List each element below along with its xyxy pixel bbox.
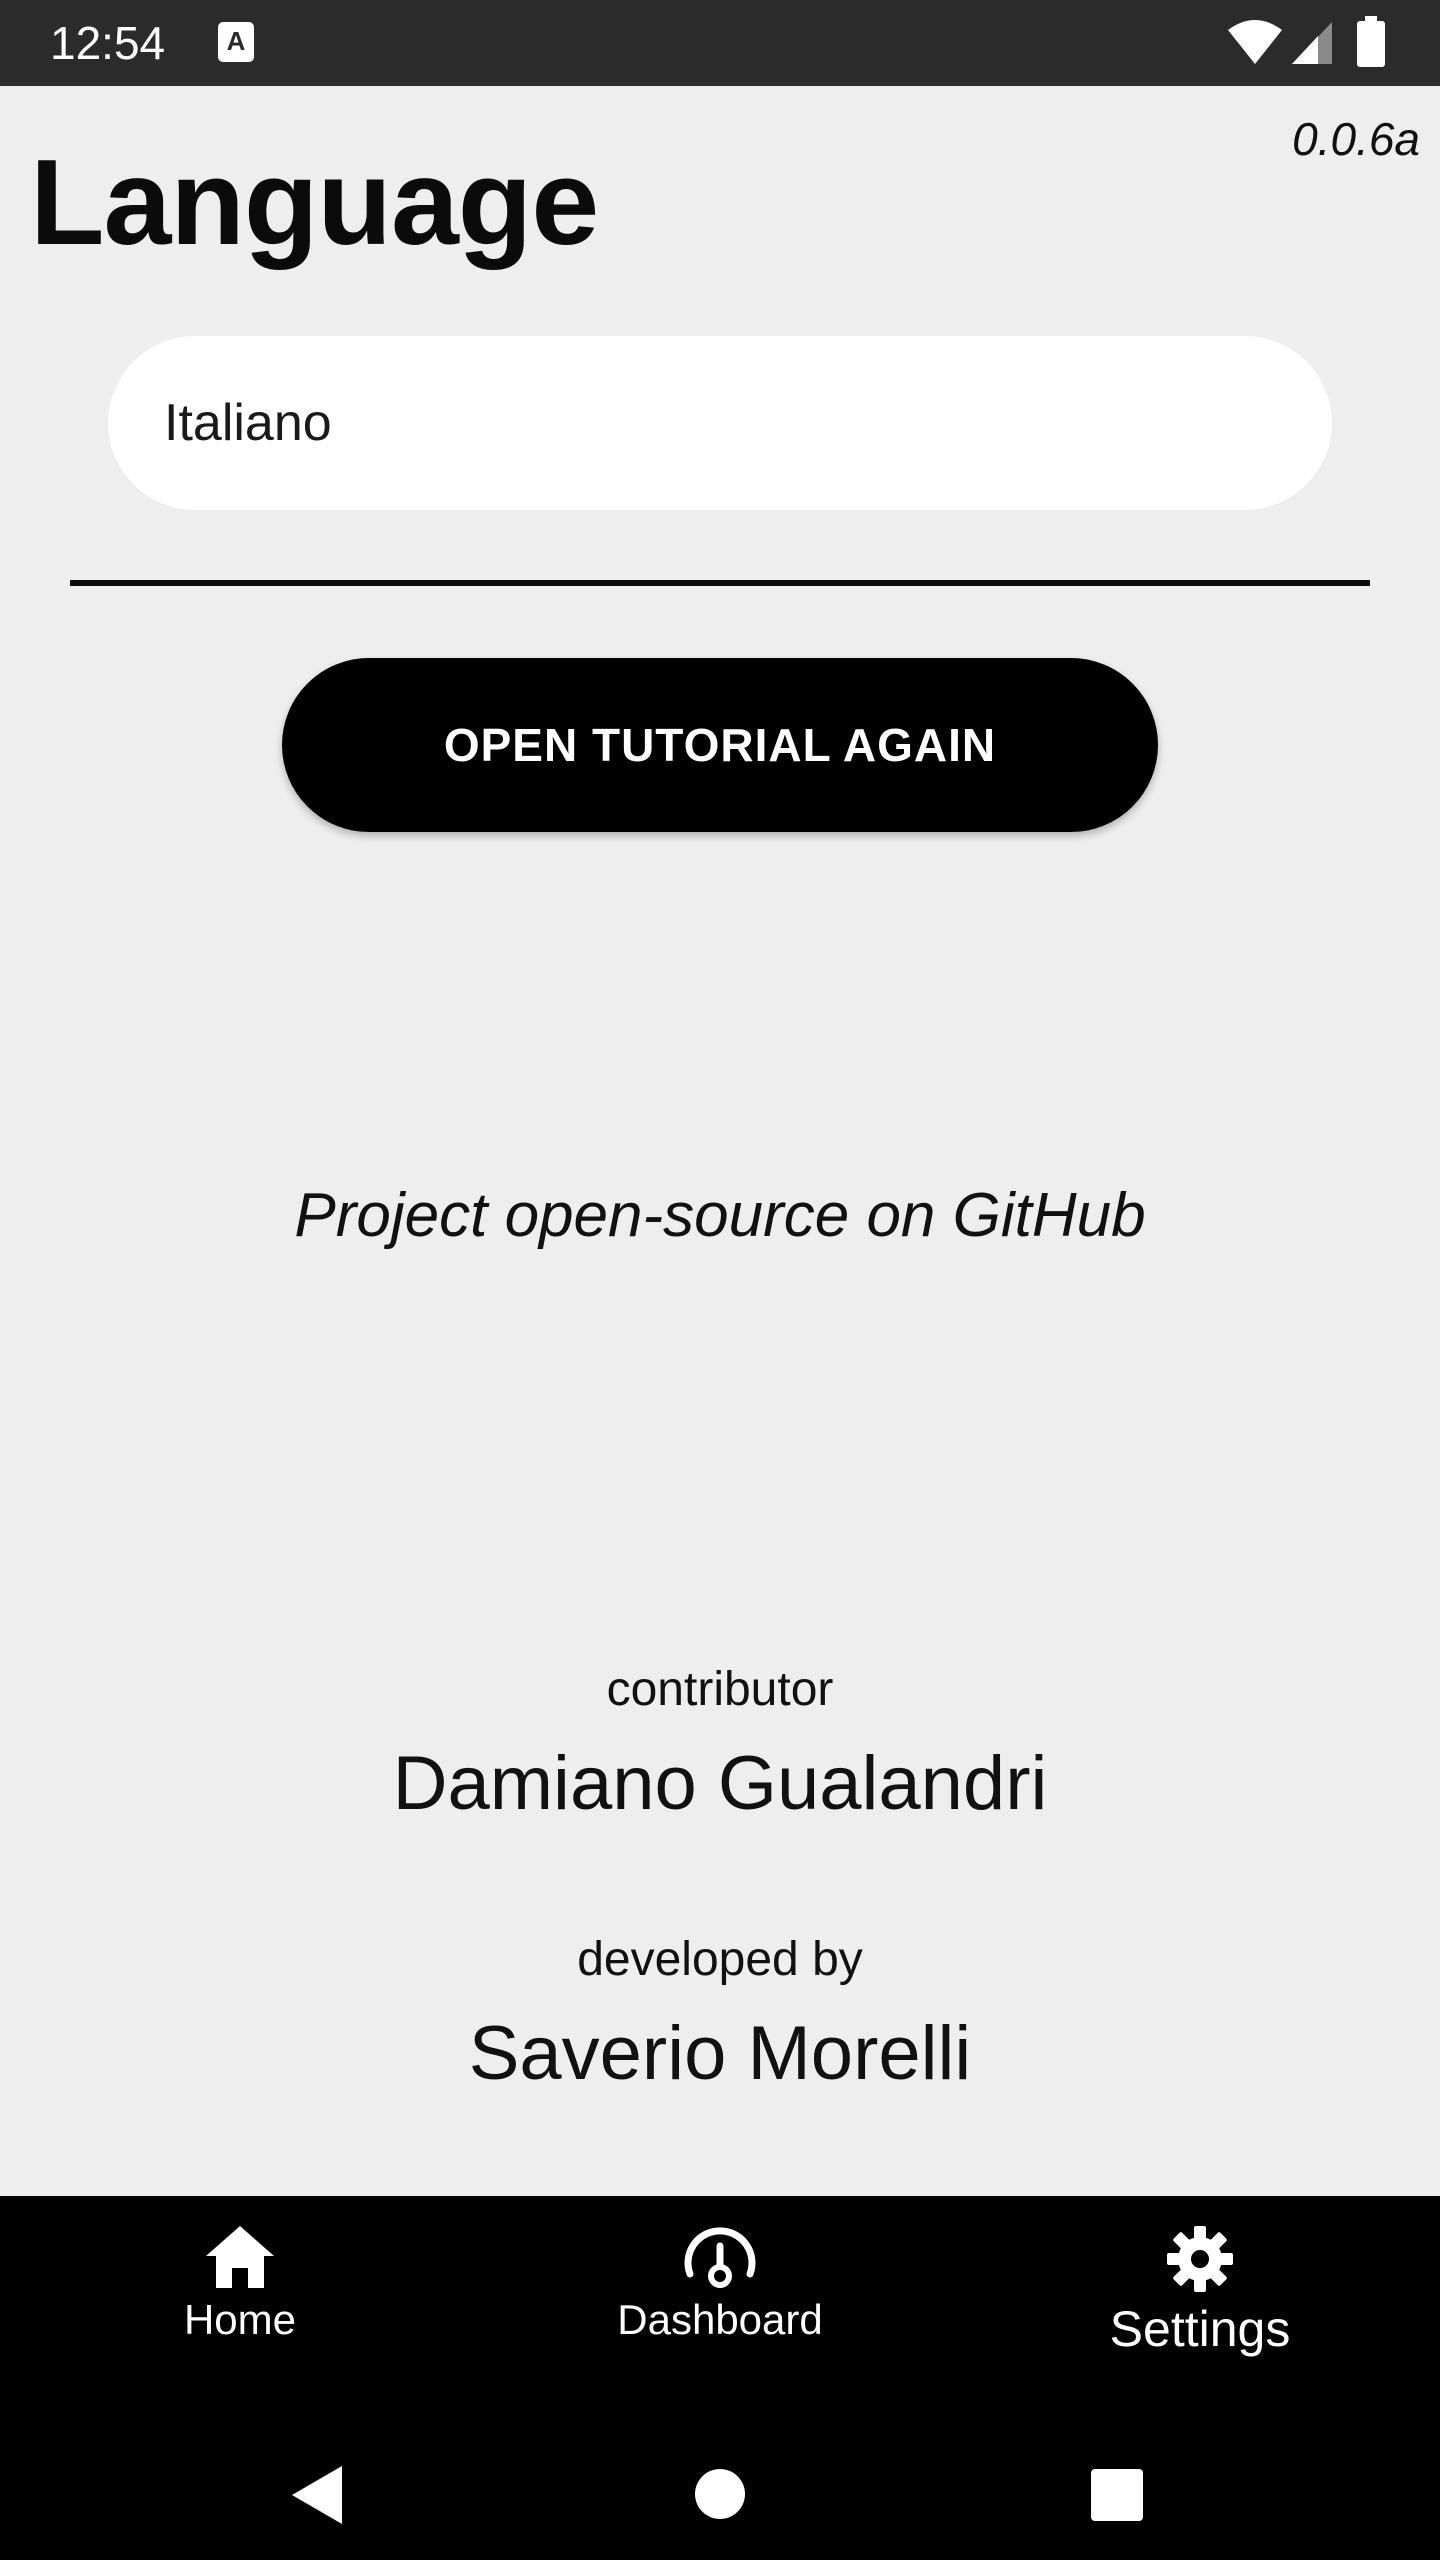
contributor-name: Damiano Gualandri [392, 1741, 1048, 1826]
dashboard-icon [684, 2227, 756, 2288]
status-time: 12:54 [50, 17, 166, 69]
developer-label: developed by [577, 1933, 863, 1986]
signal-icon [1292, 22, 1332, 64]
nav-label-settings: Settings [1109, 2301, 1291, 2357]
page-title: Language [30, 134, 599, 270]
nav-label-home: Home [183, 2296, 297, 2343]
bottom-navigation: Home Dashboard Settings [0, 2196, 1440, 2426]
open-tutorial-button[interactable]: OPEN TUTORIAL AGAIN [282, 658, 1158, 832]
divider [70, 580, 1370, 586]
battery-icon [1357, 16, 1385, 67]
nav-label-dashboard: Dashboard [617, 2296, 823, 2343]
back-icon[interactable] [290, 2464, 344, 2526]
developer-name: Saverio Morelli [468, 2011, 972, 2096]
notification-icon: A [218, 22, 254, 62]
language-select[interactable]: Italiano [108, 336, 1332, 510]
nav-item-settings[interactable]: Settings [1050, 2224, 1350, 2358]
open-tutorial-label: OPEN TUTORIAL AGAIN [443, 719, 997, 771]
recents-icon[interactable] [1090, 2468, 1144, 2522]
settings-screen: 12:54 A 0.0.6a Language Italiano OPEN TU… [0, 0, 1440, 2560]
gear-icon [1167, 2226, 1233, 2292]
status-bar: 12:54 A [0, 0, 1440, 86]
wifi-icon [1228, 20, 1282, 64]
github-link[interactable]: Project open-source on GitHub [0, 1180, 1440, 1251]
nav-item-home[interactable]: Home [90, 2224, 390, 2344]
nav-item-dashboard[interactable]: Dashboard [570, 2224, 870, 2344]
language-select-value: Italiano [164, 394, 332, 452]
home-circle-icon[interactable] [694, 2468, 746, 2520]
system-navigation-bar [0, 2426, 1440, 2560]
home-icon [206, 2226, 274, 2288]
contributor-label: contributor [606, 1663, 834, 1716]
version-label: 0.0.6a [1292, 113, 1420, 165]
